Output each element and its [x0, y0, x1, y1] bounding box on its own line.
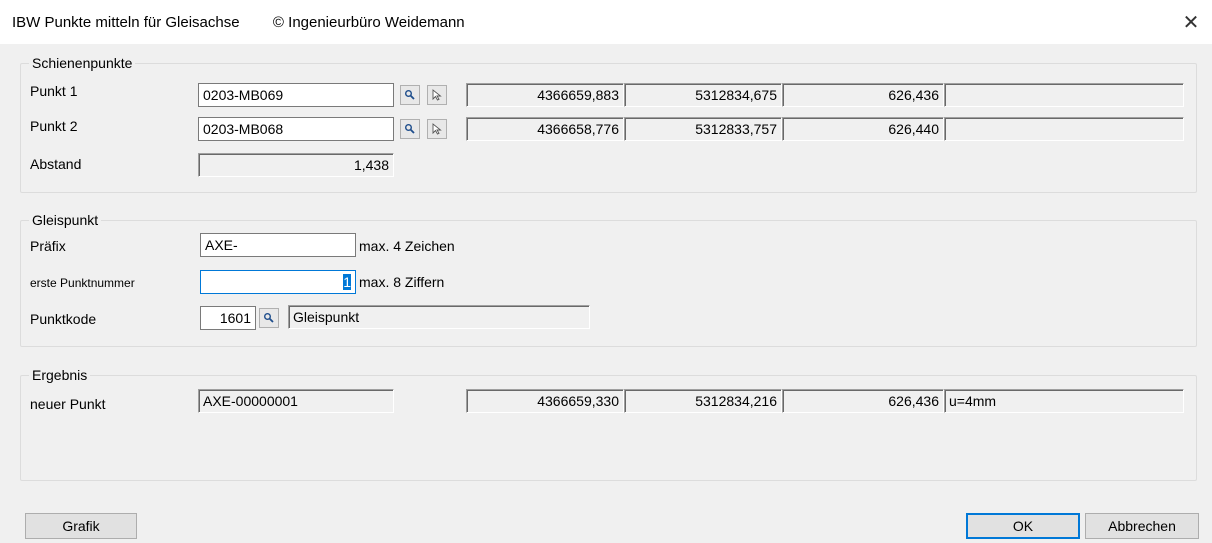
neuer-punkt-x-field: 4366659,330: [466, 389, 624, 413]
neuer-punkt-label: neuer Punkt: [30, 396, 106, 412]
punktkode-label: Punktkode: [30, 311, 97, 327]
punkt2-z-field: 626,440: [782, 117, 944, 141]
punktnummer-hint: max. 8 Ziffern: [359, 274, 445, 290]
group-ergebnis-legend: Ergebnis: [29, 367, 91, 383]
cursor-icon: [432, 89, 442, 101]
grafik-button[interactable]: Grafik: [25, 513, 137, 539]
ok-button[interactable]: OK: [966, 513, 1080, 539]
punkt2-extra-field: [944, 117, 1184, 141]
neuer-punkt-field: AXE-00000001: [198, 389, 394, 413]
punktkode-input[interactable]: 1601: [200, 306, 256, 330]
punkt2-pick-button[interactable]: [427, 119, 447, 139]
punkt1-pick-button[interactable]: [427, 85, 447, 105]
punkt1-label: Punkt 1: [30, 83, 78, 99]
punkt1-search-button[interactable]: [400, 85, 420, 105]
search-icon: [264, 313, 274, 323]
group-gleispunkt: [20, 220, 1197, 347]
punktnummer-label: erste Punktnummer: [30, 276, 135, 290]
punktkode-description-field: Gleispunkt: [288, 305, 590, 329]
punktnummer-input[interactable]: 1: [200, 270, 356, 294]
abbrechen-button[interactable]: Abbrechen: [1085, 513, 1199, 539]
praefix-label: Präfix: [30, 238, 66, 254]
group-gleispunkt-legend: Gleispunkt: [29, 212, 102, 228]
search-icon: [405, 124, 415, 134]
praefix-input[interactable]: AXE-: [200, 233, 356, 257]
punkt1-x-field: 4366659,883: [466, 83, 624, 107]
title-bar: IBW Punkte mitteln für Gleisachse © Inge…: [0, 0, 1212, 44]
punkt2-input[interactable]: 0203-MB068: [198, 117, 394, 141]
neuer-punkt-z-field: 626,436: [782, 389, 944, 413]
punkt1-z-field: 626,436: [782, 83, 944, 107]
group-schienenpunkte-legend: Schienenpunkte: [29, 55, 136, 71]
punkt1-extra-field: [944, 83, 1184, 107]
cursor-icon: [432, 123, 442, 135]
abstand-field: 1,438: [198, 153, 394, 177]
punkt2-label: Punkt 2: [30, 118, 78, 134]
punktkode-search-button[interactable]: [259, 308, 279, 328]
punkt1-y-field: 5312834,675: [624, 83, 782, 107]
punkt2-y-field: 5312833,757: [624, 117, 782, 141]
neuer-punkt-y-field: 5312834,216: [624, 389, 782, 413]
punktnummer-value: 1: [343, 274, 351, 290]
window-title: IBW Punkte mitteln für Gleisachse © Inge…: [12, 14, 465, 31]
close-icon[interactable]: ✕: [1176, 8, 1206, 38]
praefix-hint: max. 4 Zeichen: [359, 238, 455, 254]
punkt1-input[interactable]: 0203-MB069: [198, 83, 394, 107]
search-icon: [405, 90, 415, 100]
abstand-label: Abstand: [30, 156, 82, 172]
neuer-punkt-extra-field: u=4mm: [944, 389, 1184, 413]
punkt2-search-button[interactable]: [400, 119, 420, 139]
punkt2-x-field: 4366658,776: [466, 117, 624, 141]
